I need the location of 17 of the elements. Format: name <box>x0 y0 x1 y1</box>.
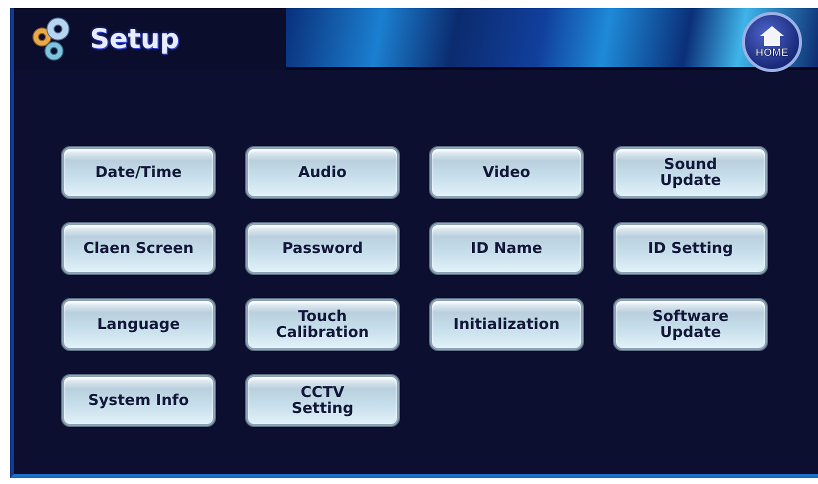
setup-button[interactable]: Language <box>62 299 215 350</box>
setup-button[interactable]: Initialization <box>430 299 583 350</box>
setup-button[interactable]: ID Setting <box>614 223 767 274</box>
home-button[interactable]: HOME <box>742 12 802 72</box>
setup-button[interactable]: Software Update <box>614 299 767 350</box>
house-icon <box>759 25 785 47</box>
screen-title: Setup <box>90 24 180 54</box>
setup-button[interactable]: Date/Time <box>62 147 215 198</box>
setup-button[interactable]: Password <box>246 223 399 274</box>
setup-button[interactable]: CCTV Setting <box>246 375 399 426</box>
setup-button[interactable]: ID Name <box>430 223 583 274</box>
setup-button[interactable]: Touch Calibration <box>246 299 399 350</box>
setup-button[interactable]: Video <box>430 147 583 198</box>
setup-button[interactable]: System Info <box>62 375 215 426</box>
setup-button[interactable]: Claen Screen <box>62 223 215 274</box>
setup-button[interactable]: Sound Update <box>614 147 767 198</box>
setup-button[interactable]: Audio <box>246 147 399 198</box>
